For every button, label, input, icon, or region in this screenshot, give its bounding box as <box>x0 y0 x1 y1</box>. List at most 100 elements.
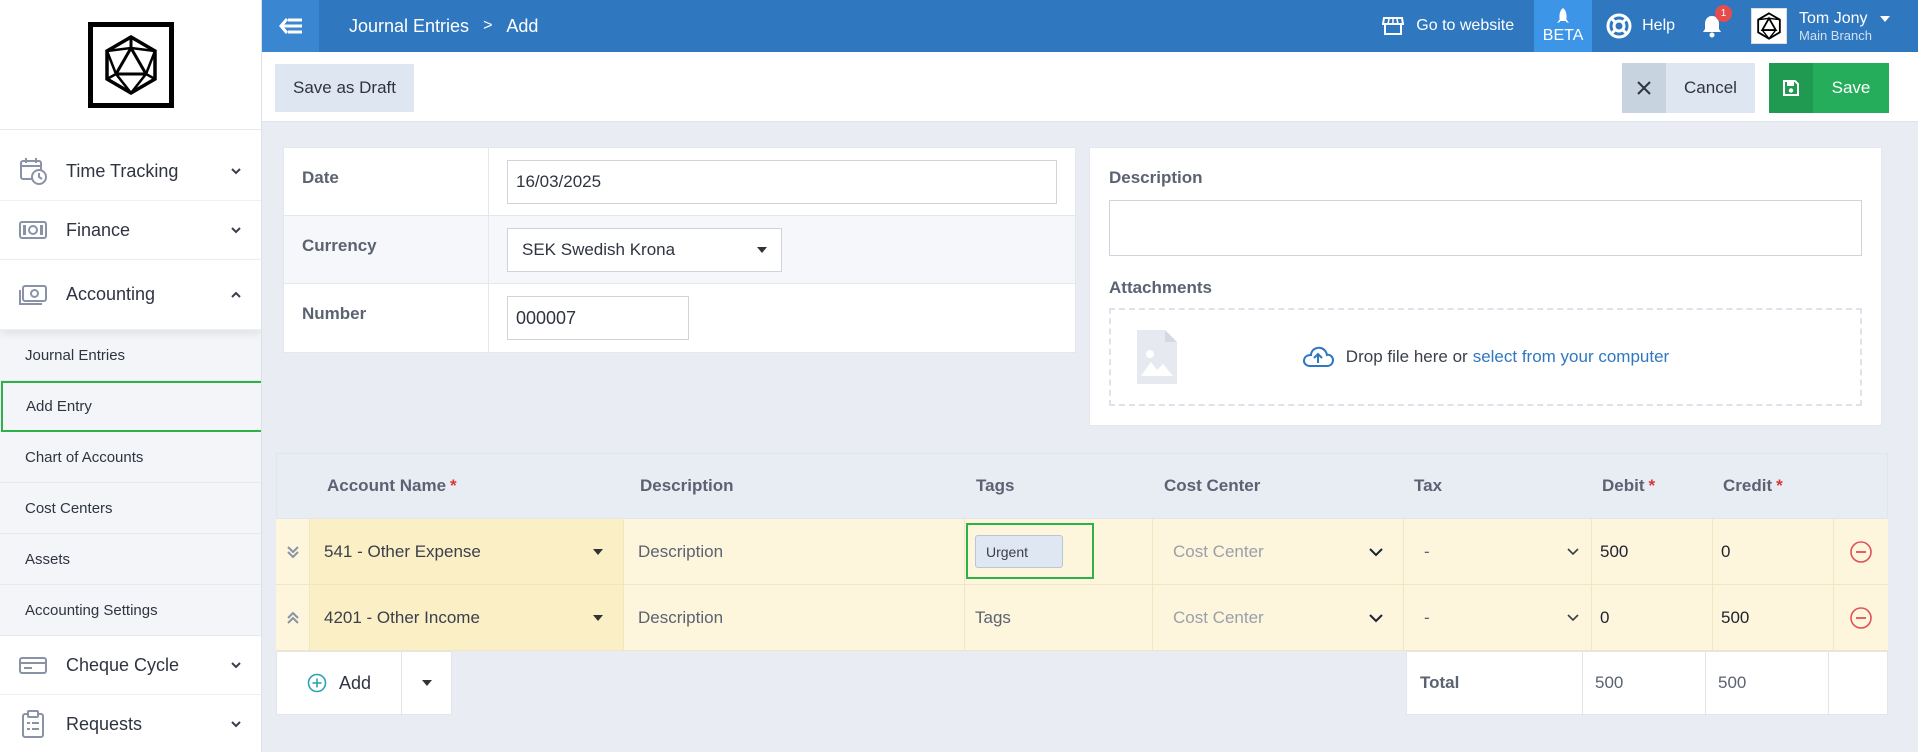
go-to-website-label: Go to website <box>1416 17 1515 34</box>
sidebar-item-time-tracking[interactable]: Time Tracking <box>0 142 261 201</box>
table-header: Account Name * Description Tags Cost Cent… <box>276 453 1888 519</box>
submenu-item-journal-entries[interactable]: Journal Entries <box>0 330 261 381</box>
rocket-icon <box>1557 8 1570 23</box>
store-icon <box>1382 17 1405 35</box>
action-bar: Save as Draft Cancel Save <box>262 52 1918 122</box>
description-input[interactable] <box>1109 200 1862 256</box>
remove-row-button[interactable] <box>1834 585 1888 650</box>
currency-select[interactable]: SEK Swedish Krona <box>507 228 782 272</box>
sidebar-item-requests[interactable]: Requests <box>0 695 261 752</box>
line-description-input[interactable]: Description <box>624 519 965 584</box>
debit-input[interactable]: 500 <box>1592 519 1713 584</box>
account-value: 4201 - Other Income <box>324 607 480 627</box>
cost-center-select[interactable]: Cost Center <box>1153 585 1404 650</box>
account-select[interactable]: 541 - Other Expense <box>310 519 624 584</box>
file-dropzone[interactable]: Drop file here or select from your compu… <box>1109 308 1862 406</box>
tax-select[interactable]: - <box>1404 519 1592 584</box>
double-chevron-up-icon <box>286 611 299 624</box>
add-label: Add <box>339 672 372 693</box>
header-credit: Credit <box>1723 476 1773 495</box>
minus-circle-icon <box>1850 540 1872 563</box>
select-file-link[interactable]: select from your computer <box>1473 347 1670 367</box>
add-line-dropdown[interactable] <box>402 651 452 715</box>
back-button[interactable] <box>262 0 319 52</box>
tags-input[interactable]: Urgent <box>965 519 1153 584</box>
save-label: Save <box>1831 78 1871 97</box>
sidebar-item-label: Time Tracking <box>66 160 179 181</box>
totals-row: Total 500 500 <box>1406 651 1888 715</box>
breadcrumb-journal-entries[interactable]: Journal Entries <box>349 16 469 37</box>
remove-row-button[interactable] <box>1834 519 1888 584</box>
user-branch: Main Branch <box>1799 27 1872 43</box>
submenu-item-chart-of-accounts[interactable]: Chart of Accounts <box>0 432 261 483</box>
header-debit: Debit <box>1602 476 1645 495</box>
beta-button[interactable]: BETA <box>1534 0 1593 52</box>
required-mark: * <box>450 476 457 495</box>
debit-input[interactable]: 0 <box>1592 585 1713 650</box>
breadcrumb-separator: > <box>483 17 493 34</box>
entry-details-form: Date 16/03/2025 Currency SEK Swedish Kro… <box>283 147 1076 353</box>
calendar-clock-icon <box>18 156 48 186</box>
tag-highlight-box <box>966 523 1094 579</box>
currency-label: Currency <box>284 216 489 283</box>
chevron-down-icon <box>229 717 243 731</box>
date-input[interactable]: 16/03/2025 <box>507 160 1057 204</box>
header-account-name: Account Name <box>327 476 447 495</box>
submenu-item-label: Cost Centers <box>25 499 113 517</box>
accounting-submenu: Journal Entries Add Entry Chart of Accou… <box>0 330 261 636</box>
chevron-down-icon <box>229 223 243 237</box>
line-description-input[interactable]: Description <box>624 585 965 650</box>
journal-lines-table: Account Name * Description Tags Cost Cent… <box>276 453 1888 717</box>
caret-down-icon <box>757 247 767 253</box>
chevron-down-icon <box>1369 547 1383 556</box>
submenu-item-label: Journal Entries <box>25 346 126 364</box>
submenu-item-add-entry[interactable]: Add Entry <box>1 381 261 432</box>
go-to-website-link[interactable]: Go to website <box>1382 16 1514 36</box>
tax-select[interactable]: - <box>1404 585 1592 650</box>
account-select[interactable]: 4201 - Other Income <box>310 585 624 650</box>
cost-center-placeholder: Cost Center <box>1173 607 1264 627</box>
submenu-item-accounting-settings[interactable]: Accounting Settings <box>0 585 261 636</box>
credit-input[interactable]: 500 <box>1713 585 1834 650</box>
drop-text: Drop file here or <box>1345 347 1468 366</box>
total-credit: 500 <box>1706 652 1829 714</box>
cancel-label: Cancel <box>1684 78 1737 97</box>
sidebar-item-label: Accounting <box>66 284 156 304</box>
submenu-item-assets[interactable]: Assets <box>0 534 261 585</box>
company-logo[interactable] <box>0 0 261 130</box>
credit-input[interactable]: 0 <box>1713 519 1834 584</box>
notifications-button[interactable]: 1 <box>1701 5 1733 38</box>
cancel-button[interactable]: Cancel <box>1622 63 1755 113</box>
sidebar-item-label: Finance <box>66 219 131 240</box>
help-label: Help <box>1642 17 1676 34</box>
number-label: Number <box>284 284 489 352</box>
help-button[interactable]: Help <box>1606 13 1675 39</box>
save-button[interactable]: Save <box>1769 63 1889 113</box>
number-input[interactable]: 000007 <box>507 296 689 340</box>
clipboard-icon <box>18 709 48 739</box>
add-line-button[interactable]: Add <box>276 651 402 715</box>
date-label: Date <box>284 148 489 215</box>
table-row: 541 - Other Expense Description Urgent C… <box>276 519 1888 585</box>
sidebar-item-finance[interactable]: Finance <box>0 201 261 260</box>
cost-center-select[interactable]: Cost Center <box>1153 519 1404 584</box>
sidebar-item-accounting[interactable]: Accounting <box>0 260 261 330</box>
user-name: Tom Jony <box>1799 9 1868 27</box>
submenu-item-cost-centers[interactable]: Cost Centers <box>0 483 261 534</box>
sidebar: Time Tracking Finance Accounting Journal… <box>0 0 262 752</box>
save-as-draft-button[interactable]: Save as Draft <box>275 64 414 112</box>
sidebar-item-cheque-cycle[interactable]: Cheque Cycle <box>0 636 261 695</box>
user-menu[interactable]: Tom Jony Main Branch <box>1751 8 1890 44</box>
tax-value: - <box>1424 541 1430 561</box>
collapse-row-button[interactable] <box>276 519 310 584</box>
tags-input[interactable]: Tags <box>965 585 1153 650</box>
total-debit: 500 <box>1583 652 1706 714</box>
double-chevron-down-icon <box>286 545 299 558</box>
tax-value: - <box>1424 607 1430 627</box>
notification-badge: 1 <box>1715 5 1733 22</box>
chevron-up-icon <box>229 288 243 302</box>
header-description: Description <box>640 476 734 495</box>
total-label: Total <box>1407 652 1583 714</box>
chevron-down-icon <box>229 164 243 178</box>
expand-row-button[interactable] <box>276 585 310 650</box>
